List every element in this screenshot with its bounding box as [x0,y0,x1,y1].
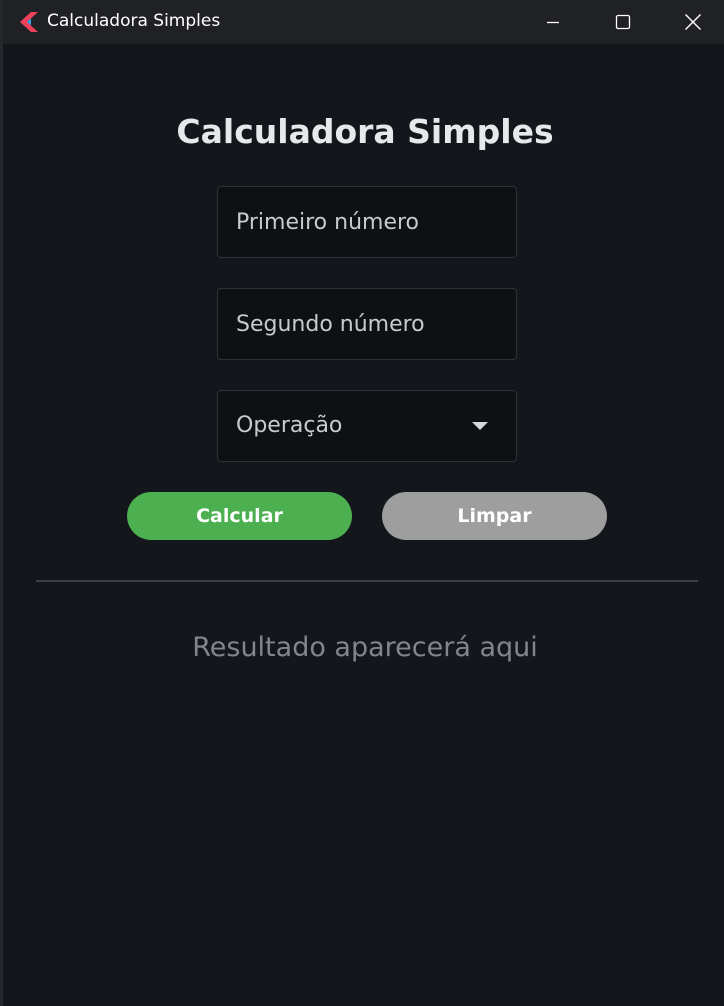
flutter-app-icon [20,12,38,32]
title-bar[interactable]: Calculadora Simples [3,0,724,44]
caret-down-icon [472,422,488,430]
second-number-input[interactable] [218,289,516,359]
close-button[interactable] [658,0,724,44]
calculate-button[interactable]: Calcular [127,492,352,540]
maximize-button[interactable] [588,0,658,44]
second-number-field[interactable] [217,288,517,360]
calculator-content: Calculadora Simples Operação Calcular Li… [3,44,724,1006]
minimize-icon [547,21,559,24]
app-window: Calculadora Simples Calculadora Simples [0,0,724,1006]
page-title: Calculadora Simples [176,112,554,151]
clear-button[interactable]: Limpar [382,492,607,540]
window-title: Calculadora Simples [47,11,221,31]
result-text: Resultado aparecerá aqui [192,632,538,663]
operation-label: Operação [236,413,343,438]
minimize-button[interactable] [518,0,588,44]
maximize-icon [615,14,631,30]
close-icon [685,14,701,30]
operation-dropdown[interactable]: Operação [217,390,517,462]
divider [36,580,698,582]
first-number-input[interactable] [218,187,516,257]
first-number-field[interactable] [217,186,517,258]
